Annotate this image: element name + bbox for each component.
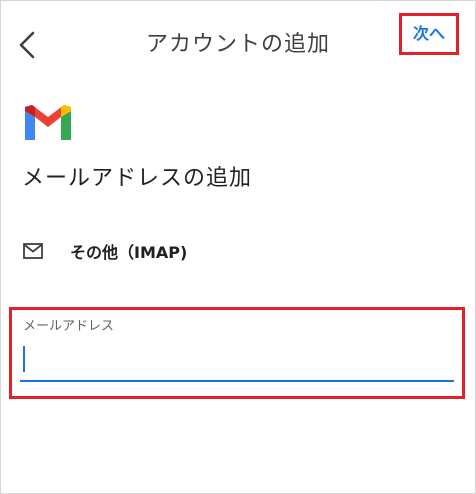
back-button[interactable]	[14, 28, 42, 62]
add-email-heading: メールアドレスの追加	[22, 166, 253, 191]
mail-icon	[23, 243, 43, 259]
gmail-logo	[25, 105, 71, 140]
account-type-label: その他（IMAP)	[70, 243, 188, 262]
chevron-left-icon	[19, 31, 35, 59]
text-cursor	[23, 346, 25, 372]
email-field[interactable]	[20, 340, 454, 382]
next-button[interactable]: 次へ	[399, 13, 459, 55]
account-type-row[interactable]: その他（IMAP)	[0, 226, 476, 276]
email-field-label: メールアドレス	[23, 319, 115, 334]
